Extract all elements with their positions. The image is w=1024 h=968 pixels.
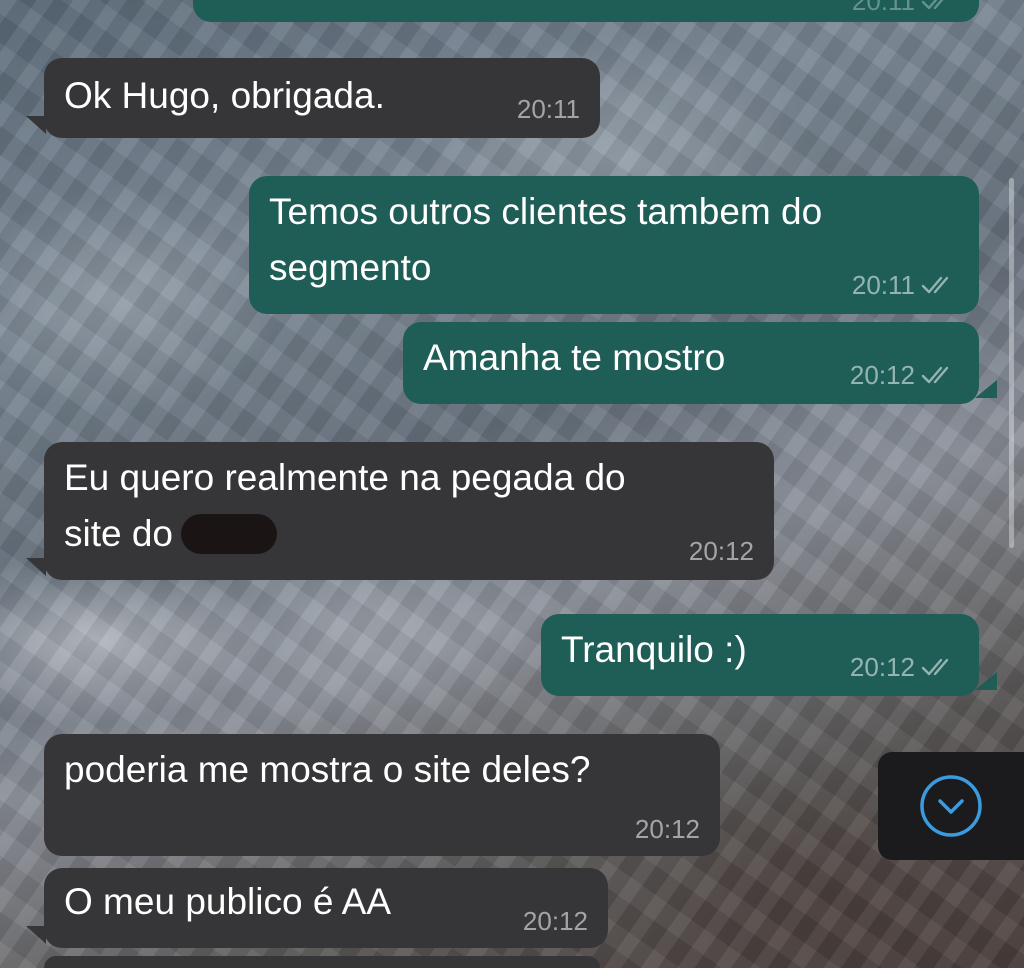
scroll-to-bottom-button[interactable] [878, 752, 1024, 860]
bubble-tail [26, 558, 46, 576]
message-bubble-incoming[interactable]: poderia me mostra o site deles? 20:12 [44, 734, 720, 856]
message-meta: 20:11 [517, 94, 580, 124]
double-check-icon [921, 0, 944, 10]
double-check-icon [921, 276, 949, 294]
message-text: Amanha te mostro [423, 337, 726, 378]
double-check-icon [921, 658, 949, 676]
message-text: Temos outros clientes tambem do segmento [269, 184, 822, 296]
message-time: 20:12 [688, 536, 754, 566]
message-text-line: Temos outros clientes tambem do [269, 191, 823, 232]
message-time: 20:11 [851, 0, 915, 16]
message-bubble-incoming[interactable]: Ok Hugo, obrigada. 20:11 [26, 58, 600, 138]
message-time: 20:12 [634, 814, 700, 844]
message-text: Ok Hugo, obrigada. [64, 75, 385, 116]
message-text: Tranquilo :) [561, 629, 747, 670]
bubble-tail [975, 380, 997, 400]
message-meta: 20:12 [523, 906, 588, 936]
message-text: O meu publico é AA [64, 881, 392, 922]
double-check-icon [921, 366, 949, 384]
message-meta: 20:12 [850, 360, 959, 390]
message-time: 20:12 [522, 906, 588, 936]
message-bubble-incoming[interactable]: O meu publico é AA 20:12 [26, 868, 608, 948]
message-text-line: Eu quero realmente na pegada do [64, 457, 626, 498]
bubble-tail [26, 926, 46, 944]
bubble-tail [26, 116, 46, 134]
message-time: 20:12 [849, 652, 915, 682]
message-bubble-outgoing[interactable]: Amanha te mostro 20:12 [403, 322, 997, 404]
message-text-line: site do [64, 506, 626, 562]
message-text-fragment: site do [64, 513, 174, 554]
chevron-down-circle-icon [920, 775, 982, 837]
message-meta: 20:12 [635, 814, 700, 844]
scrollbar[interactable] [1009, 178, 1014, 548]
message-meta: 20:11 [852, 0, 959, 16]
message-bubble-incoming[interactable] [44, 956, 600, 968]
message-bubble-outgoing[interactable]: 20:11 [193, 0, 979, 22]
message-time: 20:12 [849, 360, 915, 390]
message-bubble-outgoing[interactable]: Tranquilo :) 20:12 [541, 614, 997, 696]
message-meta: 20:11 [852, 270, 959, 300]
redacted-text [181, 514, 278, 555]
message-meta: 20:12 [689, 536, 754, 566]
message-time: 20:11 [851, 270, 915, 300]
message-time: 20:11 [516, 94, 580, 124]
message-meta: 20:12 [850, 652, 959, 682]
message-text: poderia me mostra o site deles? [64, 749, 591, 790]
bubble-tail [975, 672, 997, 692]
message-bubble-outgoing[interactable]: Temos outros clientes tambem do segmento… [249, 176, 979, 314]
message-text-line: segmento [269, 247, 432, 288]
message-bubble-incoming[interactable]: Eu quero realmente na pegada do site do … [26, 442, 774, 580]
message-text: Eu quero realmente na pegada do site do [64, 450, 626, 562]
